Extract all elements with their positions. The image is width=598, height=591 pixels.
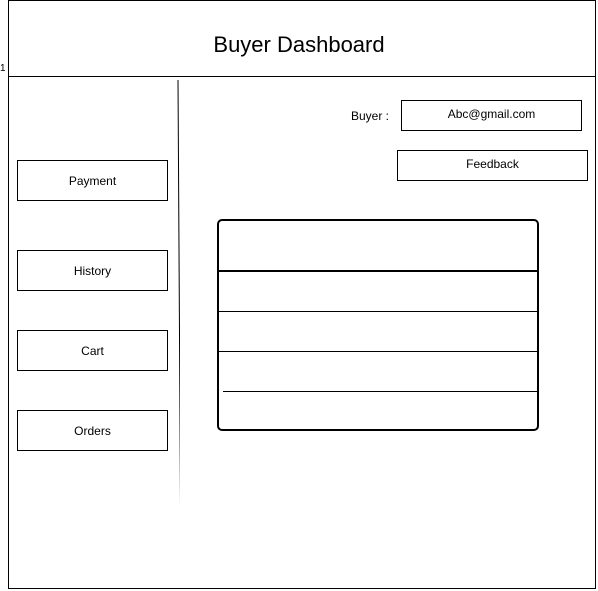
table-row (219, 311, 537, 312)
feedback-button[interactable]: Feedback (397, 150, 588, 181)
marker-label: 1 (0, 63, 6, 74)
table-row (219, 270, 537, 272)
table-row (219, 351, 537, 352)
history-button[interactable]: History (17, 250, 168, 291)
buyer-label: Buyer : (351, 109, 390, 123)
data-table (217, 219, 539, 431)
orders-button[interactable]: Orders (17, 410, 168, 451)
cart-button[interactable]: Cart (17, 330, 168, 371)
page-title: Buyer Dashboard (213, 32, 385, 57)
header-divider (8, 76, 596, 77)
table-row (223, 391, 537, 392)
buyer-email-field[interactable]: Abc@gmail.com (401, 100, 582, 131)
sidebar-divider (177, 80, 180, 506)
payment-button[interactable]: Payment (17, 160, 168, 201)
